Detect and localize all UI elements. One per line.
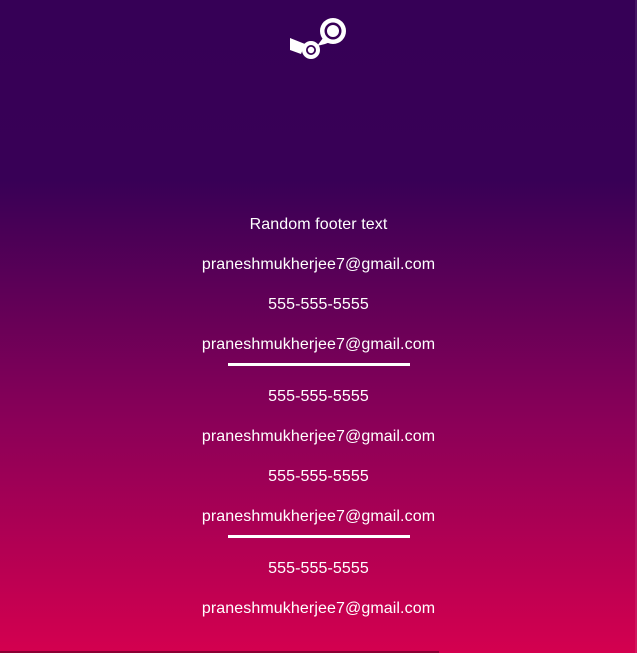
footer-email[interactable]: praneshmukherjee7@gmail.com — [0, 594, 637, 634]
footer-phone[interactable]: 555-555-5555 — [0, 554, 637, 594]
footer-title: Random footer text — [249, 216, 388, 233]
footer-divider — [227, 535, 410, 538]
footer: Random footer text praneshmukherjee7@gma… — [0, 210, 637, 634]
footer-phone[interactable]: 555-555-5555 — [0, 382, 637, 422]
footer-divider — [227, 363, 410, 366]
steam-icon[interactable] — [289, 14, 349, 64]
footer-phone[interactable]: 555-555-5555 — [0, 290, 637, 330]
page: Random footer text praneshmukherjee7@gma… — [0, 0, 637, 653]
footer-email[interactable]: praneshmukherjee7@gmail.com — [0, 250, 637, 290]
footer-email[interactable]: praneshmukherjee7@gmail.com — [0, 422, 637, 462]
footer-phone[interactable]: 555-555-5555 — [0, 462, 637, 502]
